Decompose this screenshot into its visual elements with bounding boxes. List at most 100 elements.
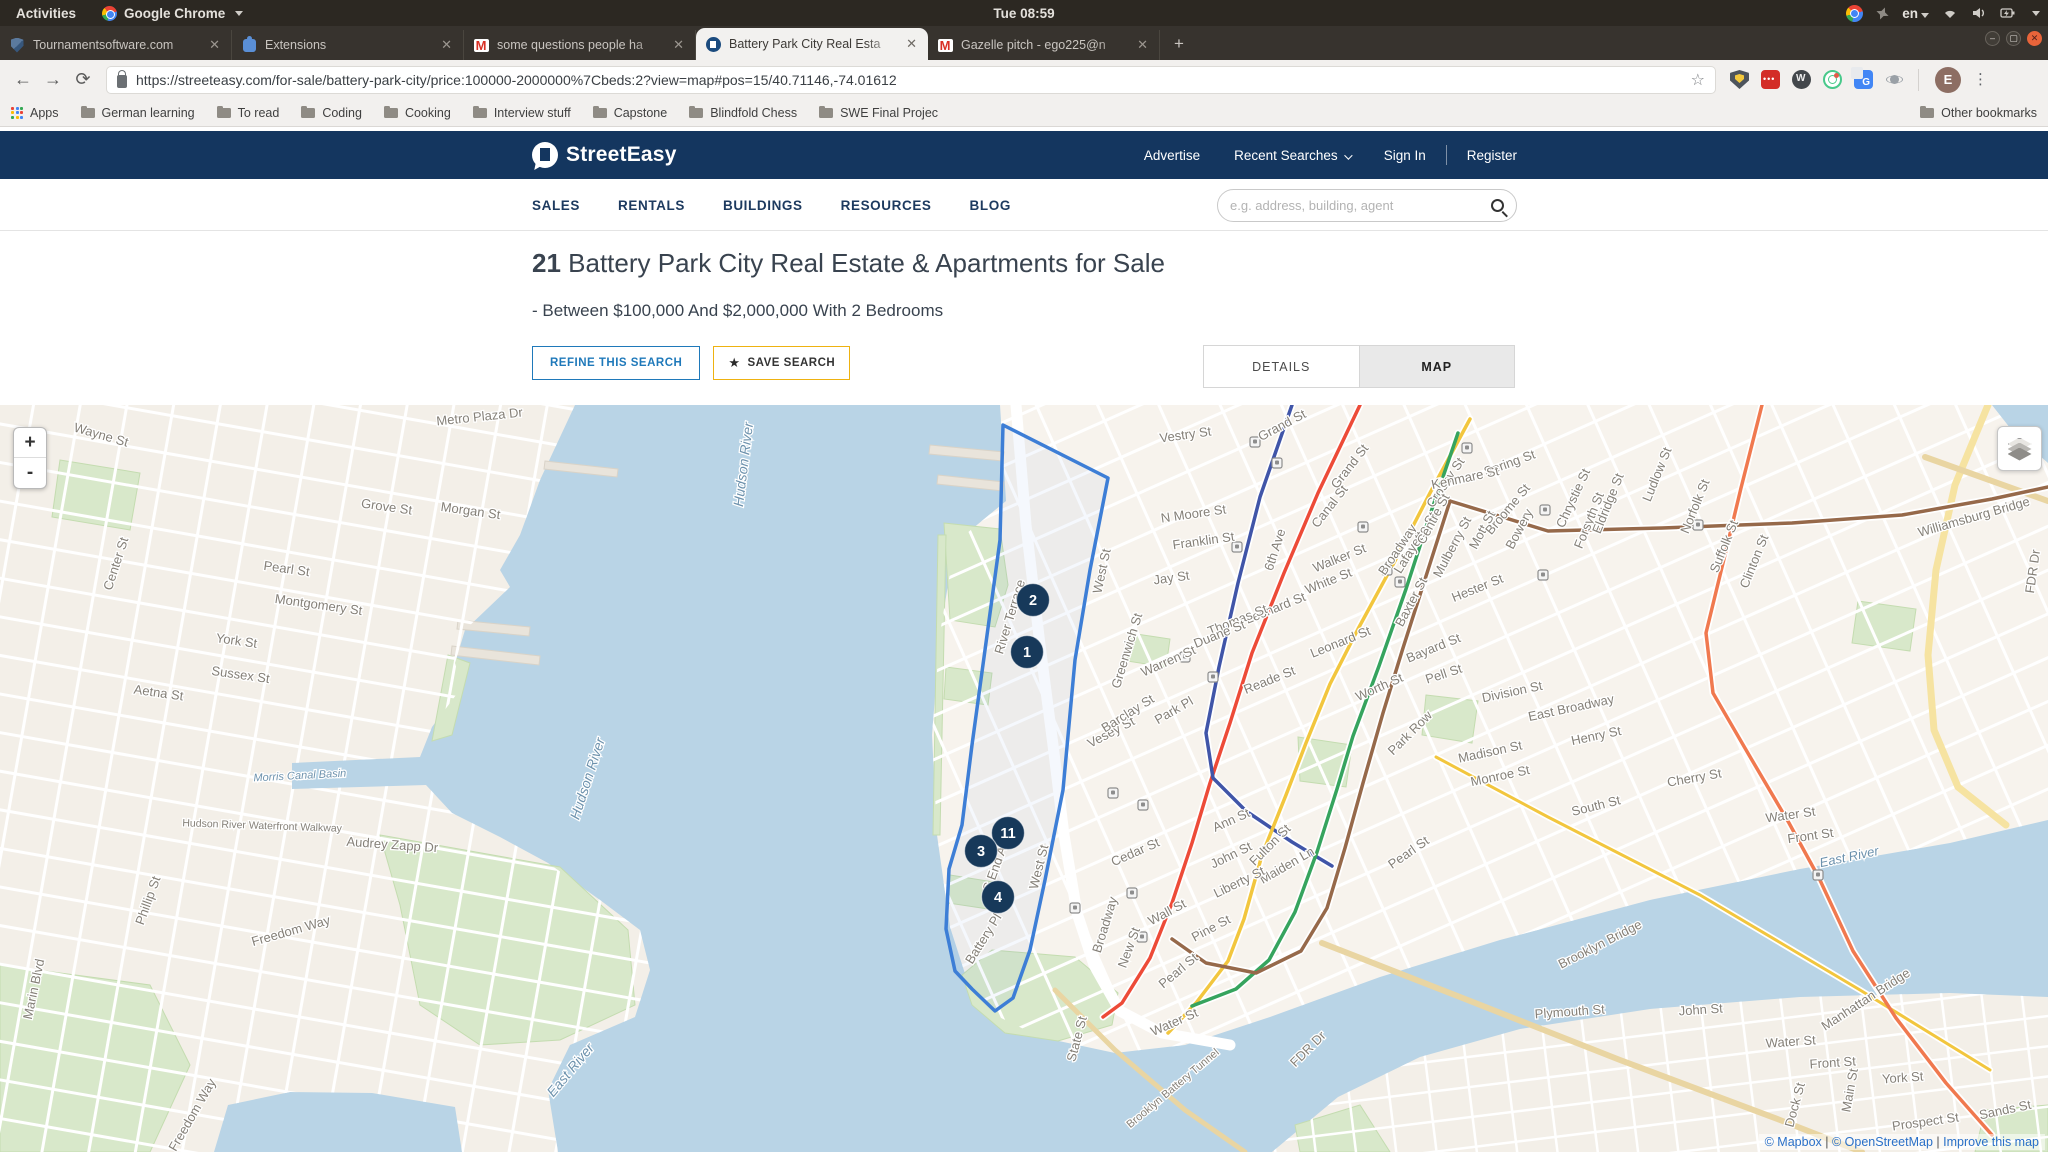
nav-link-resources[interactable]: RESOURCES [841, 198, 932, 213]
map-pin-1[interactable]: 1 [1011, 636, 1044, 669]
bookmark-item[interactable]: German learning [70, 106, 206, 120]
bookmark-item[interactable]: Coding [290, 106, 373, 120]
search-icon[interactable] [1491, 199, 1504, 212]
zoom-in-button[interactable]: + [14, 428, 46, 458]
chrome-tray-icon[interactable] [1846, 5, 1863, 22]
reload-button[interactable]: ⟳ [68, 69, 98, 90]
subway-station-icon [1813, 870, 1823, 880]
screen: Activities Google Chrome Tue 08:59 en To… [0, 0, 2048, 1152]
address-bar[interactable]: https://streeteasy.com/for-sale/battery-… [106, 66, 1716, 94]
app-menu[interactable]: Google Chrome [92, 6, 253, 21]
bookmark-item[interactable]: Blindfold Chess [678, 106, 808, 120]
tab-title: Battery Park City Real Esta [729, 37, 896, 51]
tab-title: some questions people ha [497, 38, 663, 52]
browser-tab[interactable]: MGazelle pitch - ego225@n✕ [928, 30, 1160, 60]
bookmark-star-icon[interactable]: ☆ [1691, 70, 1705, 90]
window-controls: – ▢ ✕ [1985, 31, 2042, 46]
tab-close-icon[interactable]: ✕ [207, 37, 222, 53]
map-attribution: © Mapbox | © OpenStreetMap | Improve thi… [1759, 1134, 2045, 1150]
folder-icon [593, 108, 607, 118]
tab-close-icon[interactable]: ✕ [904, 36, 919, 52]
zoom-control: + - [13, 427, 47, 489]
battery-icon[interactable] [2000, 6, 2016, 20]
site-search[interactable] [1217, 189, 1517, 222]
subway-station-icon [1358, 522, 1368, 532]
os-clock[interactable]: Tue 08:59 [993, 6, 1054, 21]
header-link-register[interactable]: Register [1467, 148, 1517, 163]
streeteasy-logo[interactable]: StreetEasy [532, 142, 677, 168]
map-pin-3[interactable]: 3 [965, 835, 998, 868]
details-toggle-button[interactable]: DETAILS [1204, 346, 1359, 387]
browser-tab[interactable]: Extensions ✕ [232, 30, 464, 60]
bookmark-label: Apps [30, 106, 59, 120]
keyboard-layout[interactable]: en [1902, 6, 1929, 21]
zoom-out-button[interactable]: - [14, 458, 46, 488]
puzzle-favicon-icon [241, 37, 257, 53]
lastpass-extension-icon[interactable] [1761, 70, 1780, 89]
wayback-extension-icon[interactable] [1792, 70, 1811, 89]
browser-tab[interactable]: Msome questions people ha✕ [464, 30, 696, 60]
maximize-button[interactable]: ▢ [2006, 31, 2021, 46]
map-pin-2[interactable]: 2 [1017, 584, 1050, 617]
bookmark-item[interactable]: SWE Final Projec [808, 106, 949, 120]
header-link-sign-in[interactable]: Sign In [1384, 148, 1426, 163]
attribution-separator: | [1822, 1135, 1832, 1149]
other-bookmarks[interactable]: Other bookmarks [1909, 106, 2048, 120]
save-search-button[interactable]: ★ SAVE SEARCH [713, 346, 850, 380]
folder-icon [689, 108, 703, 118]
brand-name: StreetEasy [566, 143, 677, 167]
map-pin-4[interactable]: 4 [982, 881, 1015, 914]
bookmark-item[interactable]: Cooking [373, 106, 462, 120]
nav-link-buildings[interactable]: BUILDINGS [723, 198, 803, 213]
indicator-icon[interactable] [1874, 5, 1891, 22]
header-link-recent-searches[interactable]: Recent Searches [1234, 148, 1350, 163]
browser-tab[interactable]: Tournamentsoftware.com✕ [0, 30, 232, 60]
close-button[interactable]: ✕ [2027, 31, 2042, 46]
padlock-icon[interactable] [117, 75, 127, 88]
forward-button[interactable]: → [38, 69, 68, 90]
profile-avatar[interactable]: E [1935, 67, 1961, 93]
bookmark-item[interactable]: To read [206, 106, 291, 120]
bookmark-item[interactable]: Apps [0, 106, 70, 120]
wifi-icon[interactable] [1942, 6, 1958, 20]
nav-link-blog[interactable]: BLOG [970, 198, 1011, 213]
react-extension-icon[interactable] [1885, 70, 1904, 89]
volume-icon[interactable] [1971, 6, 1987, 20]
attribution-link[interactable]: Improve this map [1943, 1135, 2039, 1149]
translate-extension-icon[interactable] [1854, 70, 1873, 89]
layers-icon [2008, 438, 2032, 460]
header-link-advertise[interactable]: Advertise [1144, 148, 1200, 163]
tab-close-icon[interactable]: ✕ [439, 37, 454, 53]
back-button[interactable]: ← [8, 69, 38, 90]
radar-extension-icon[interactable] [1823, 70, 1842, 89]
url-text[interactable]: https://streeteasy.com/for-sale/battery-… [136, 72, 1682, 88]
attribution-link[interactable]: © OpenStreetMap [1832, 1135, 1933, 1149]
refine-search-button[interactable]: REFINE THIS SEARCH [532, 346, 700, 380]
tab-close-icon[interactable]: ✕ [671, 37, 686, 53]
folder-icon [217, 108, 231, 118]
map-toggle-button[interactable]: MAP [1359, 346, 1515, 387]
bookmark-item[interactable]: Interview stuff [462, 106, 582, 120]
folder-icon [819, 108, 833, 118]
nav-link-sales[interactable]: SALES [532, 198, 580, 213]
layers-control[interactable] [1997, 426, 2042, 471]
tab-close-icon[interactable]: ✕ [1135, 37, 1150, 53]
shield-extension-icon[interactable] [1730, 70, 1749, 89]
bookmark-label: Capstone [614, 106, 668, 120]
result-count: 21 [532, 248, 561, 278]
minimize-button[interactable]: – [1985, 31, 2000, 46]
activities-button[interactable]: Activities [0, 6, 92, 21]
star-icon: ★ [728, 355, 740, 371]
new-tab-button[interactable]: + [1164, 31, 1194, 57]
nav-link-rentals[interactable]: RENTALS [618, 198, 685, 213]
tray-chevron-icon[interactable] [2032, 11, 2040, 16]
folder-icon [81, 108, 95, 118]
bookmark-label: German learning [102, 106, 195, 120]
site-search-input[interactable] [1230, 198, 1491, 213]
map-canvas[interactable]: Metro Plaza DrWayne StGrove StMorgan StC… [0, 405, 2048, 1152]
browser-menu-icon[interactable]: ⋮ [1973, 77, 1988, 83]
tab-title: Extensions [265, 38, 431, 52]
bookmark-item[interactable]: Capstone [582, 106, 679, 120]
browser-tab[interactable]: Battery Park City Real Esta ✕ [696, 28, 928, 60]
attribution-link[interactable]: © Mapbox [1765, 1135, 1822, 1149]
